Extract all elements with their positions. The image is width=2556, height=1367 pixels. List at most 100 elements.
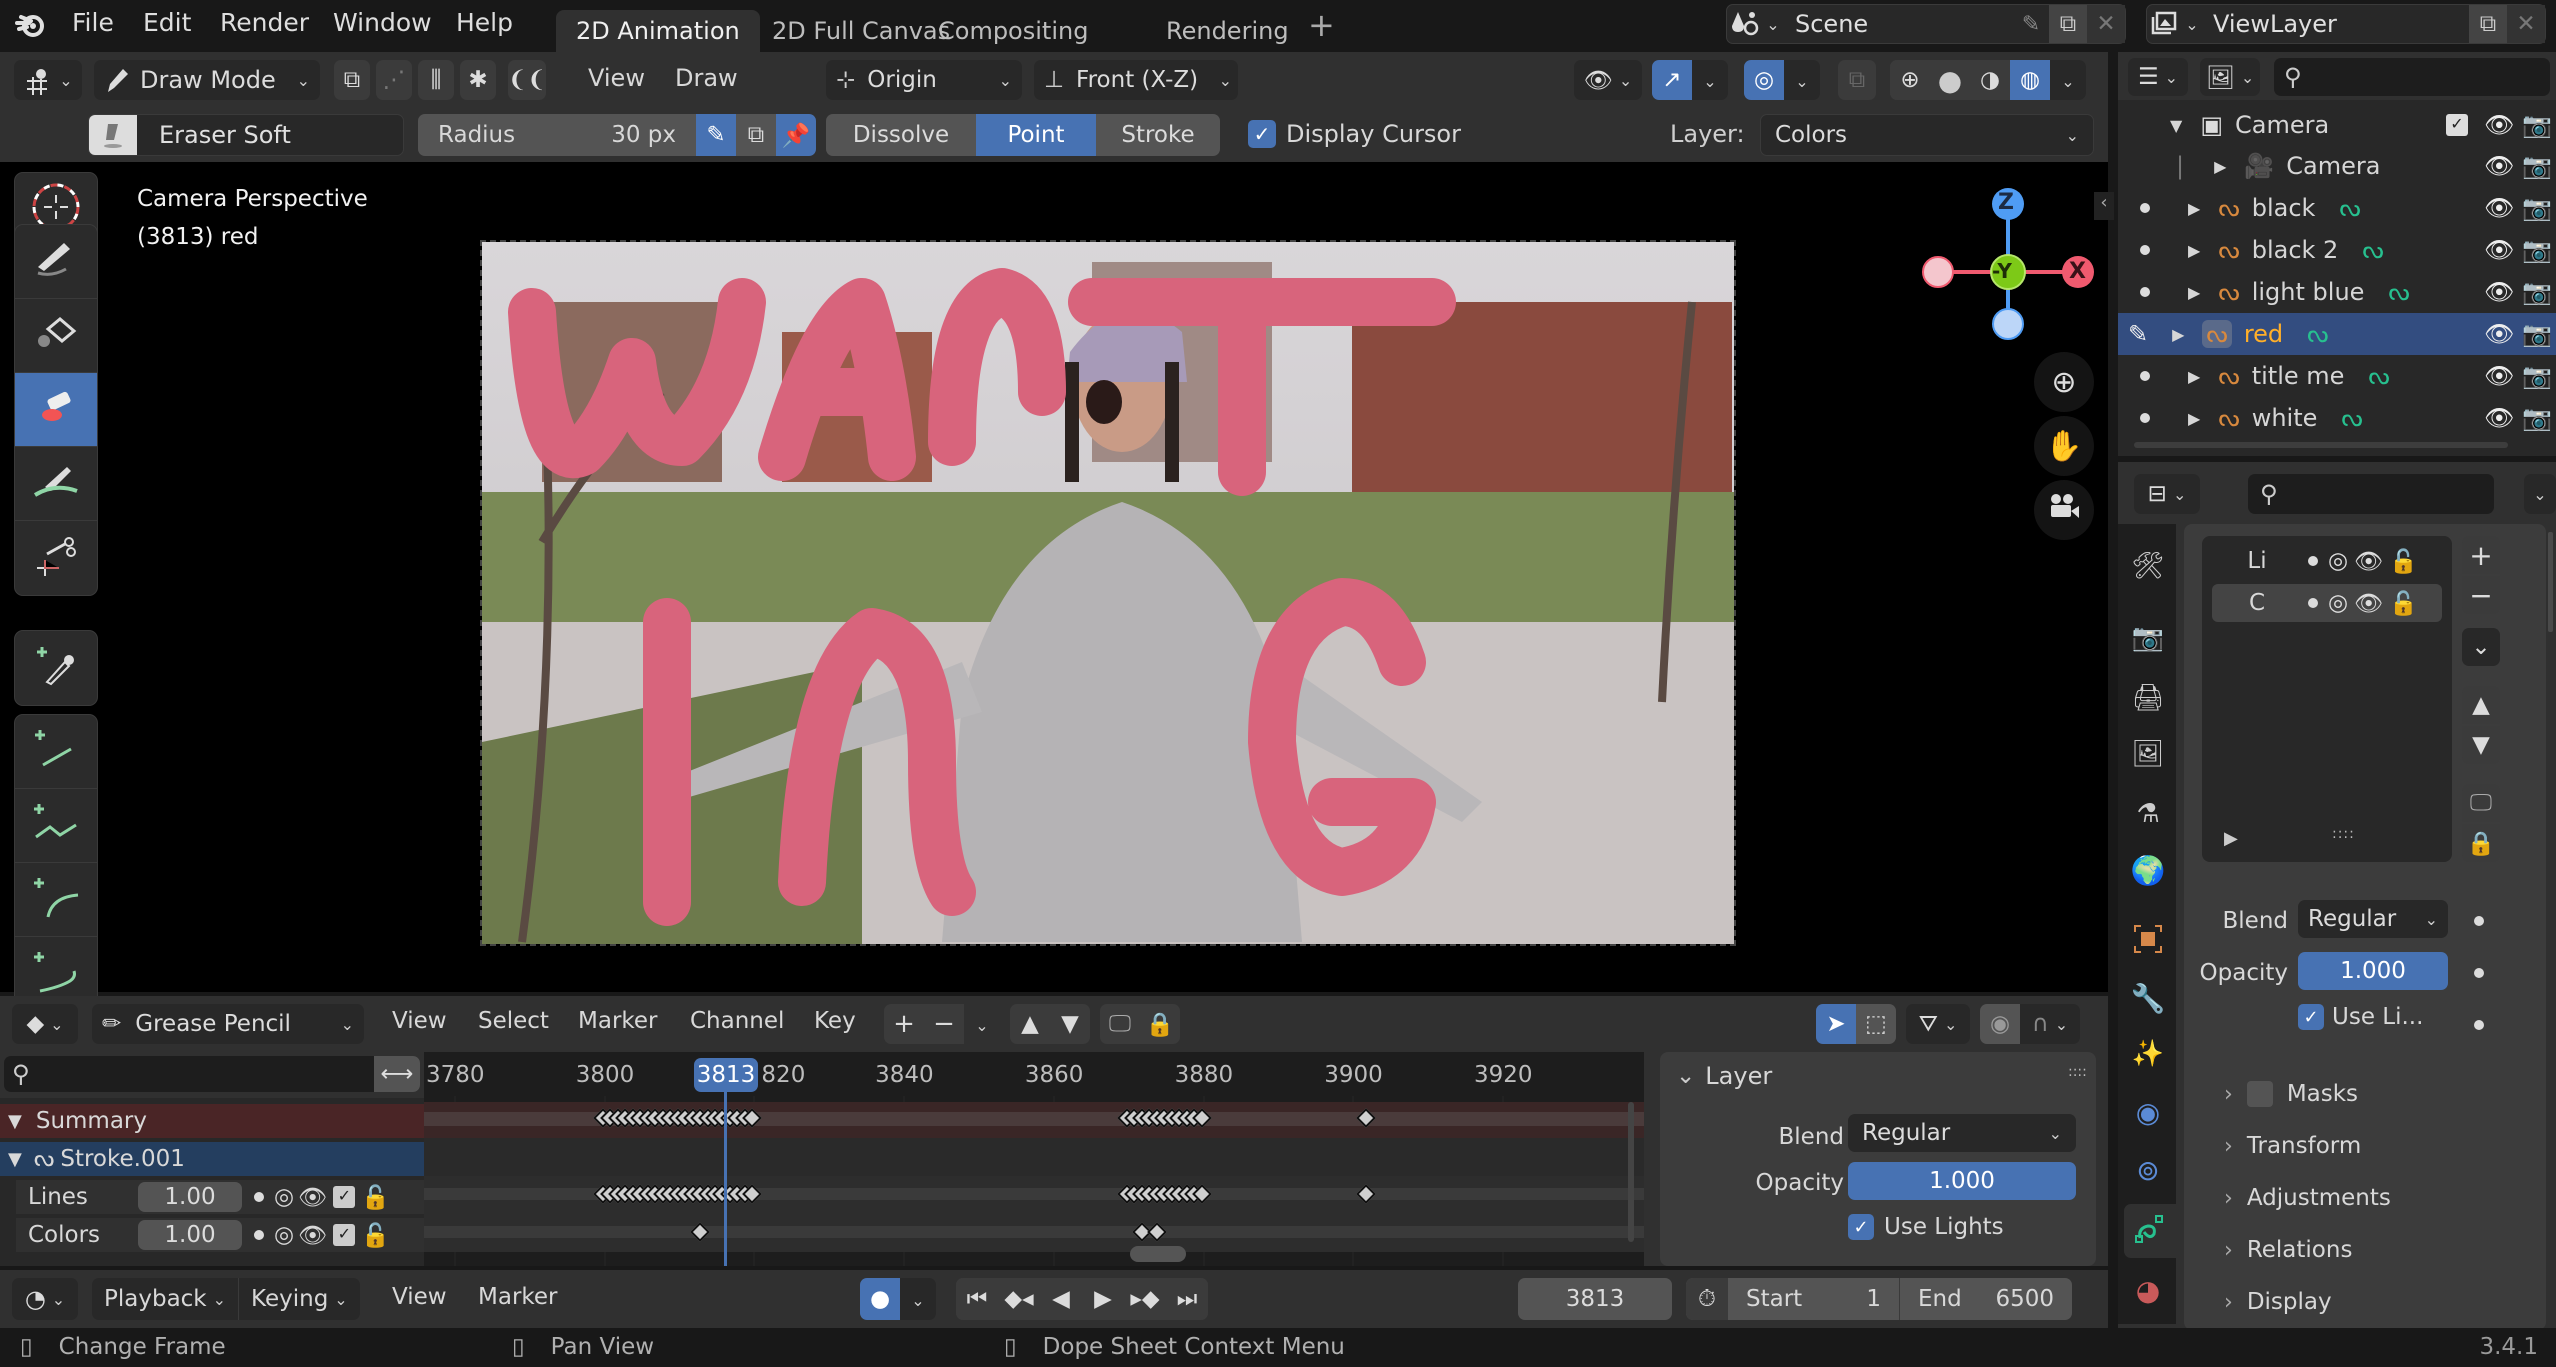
falloff-dropdown[interactable]: ∩ ⌄ (2020, 1004, 2080, 1044)
menu-edit[interactable]: Edit (143, 8, 191, 37)
tab-scene[interactable]: ⚗ (2126, 792, 2170, 836)
play-reverse-button[interactable]: ◀ (1040, 1278, 1082, 1320)
select-tool-button[interactable]: ➤ (1816, 1004, 1856, 1044)
tab-object[interactable] (2126, 920, 2170, 964)
layer-list-item-selected[interactable]: C ◎ 👁 🔓 (2212, 584, 2442, 622)
keying-menu[interactable]: Keying ⌄ (238, 1278, 360, 1320)
channel-layer-colors[interactable]: Colors 1.00 ◎ 👁 ✓ 🔓 (16, 1218, 424, 1252)
section-adjustments[interactable]: › Adjustments (2224, 1172, 2391, 1224)
eye-icon[interactable]: 👁 (2484, 111, 2514, 139)
properties-options-dropdown[interactable]: ⌄ (2524, 474, 2556, 514)
object-dot-icon[interactable] (2140, 245, 2150, 255)
expand-triangle-icon[interactable]: ▶ (2188, 409, 2200, 428)
exclude-checkbox[interactable]: ✓ (2446, 114, 2468, 136)
layer-panel-header[interactable]: ⌄ Layer (1676, 1062, 1772, 1090)
jump-to-start-button[interactable]: ⏮ (956, 1278, 998, 1320)
tool-tint[interactable] (15, 447, 97, 521)
object-dot-icon[interactable] (2140, 371, 2150, 381)
dope-menu-view[interactable]: View (392, 1008, 447, 1034)
mode-dropdown[interactable]: Draw Mode ⌄ (94, 60, 320, 100)
layer-specials-button[interactable]: ⌄ (2462, 628, 2500, 666)
pan-view-button[interactable]: ✋ (2034, 416, 2094, 476)
outliner-item-name[interactable]: light blue (2252, 278, 2365, 306)
jump-prev-keyframe-button[interactable]: ◆◂ (998, 1278, 1040, 1320)
dope-use-lights-checkbox[interactable]: ✓ Use Lights (1848, 1214, 2004, 1240)
collapse-triangle-icon[interactable]: ▼ (2170, 116, 2182, 135)
outliner-item-name[interactable]: Camera (2286, 152, 2380, 180)
layer-specials-dropdown[interactable]: ⌄ (964, 1011, 1000, 1037)
outliner-search-input[interactable] (2301, 64, 2556, 90)
timeline-menu-view[interactable]: View (392, 1284, 447, 1310)
outliner-item-name[interactable]: black 2 (2252, 236, 2339, 264)
shading-rendered-button[interactable]: ◍ (2010, 60, 2050, 100)
tab-output[interactable]: 🖨 (2126, 676, 2170, 720)
use-lights-checkbox[interactable]: ✓ (333, 1224, 356, 1246)
move-down-button[interactable]: ▼ (1050, 1004, 1090, 1044)
outliner-item-name[interactable]: black (2252, 194, 2316, 222)
mode-point[interactable]: Point (976, 114, 1096, 156)
isolate-button[interactable]: 🖵 (1100, 1004, 1140, 1044)
properties-editor-type[interactable]: ⊟ ⌄ (2134, 474, 2200, 514)
radius-field[interactable]: Radius 30 px (418, 114, 696, 156)
start-frame-field[interactable]: Start 1 (1728, 1278, 1900, 1320)
current-frame-field[interactable]: 3813 (1518, 1278, 1672, 1320)
view-layer-name[interactable]: ViewLayer (2203, 10, 2469, 38)
outliner-editor-type[interactable]: ☰ ⌄ (2128, 58, 2188, 96)
delete-scene-icon[interactable]: ✕ (2087, 5, 2125, 43)
xray-toggle[interactable]: ⧉ (1838, 60, 1876, 100)
jump-next-keyframe-button[interactable]: ▸◆ (1124, 1278, 1166, 1320)
outliner-item[interactable]: ▶ ᔓ black ᔓ 👁 📷 (2118, 187, 2556, 229)
playhead-line[interactable] (724, 1092, 727, 1266)
tab-world[interactable]: 🌍 (2126, 848, 2170, 892)
tab-constraints[interactable]: ⊚ (2126, 1148, 2170, 1192)
filter-dropdown[interactable]: ⛛ ⌄ (1906, 1004, 1970, 1044)
masks-checkbox[interactable] (2246, 1081, 2273, 1107)
layer-list-item[interactable]: Li ◎ 👁 🔓 (2212, 542, 2442, 580)
gizmo-toggle[interactable]: ↗ (1652, 60, 1692, 100)
layer-opacity-field[interactable]: 1.00 (138, 1220, 242, 1250)
blend-dropdown[interactable]: Regular ⌄ (2298, 900, 2448, 938)
tool-polyline[interactable] (15, 789, 97, 863)
eye-icon[interactable]: 👁 (2484, 362, 2514, 390)
dope-opacity-field[interactable]: 1.000 (1848, 1162, 2076, 1200)
camera-render-icon[interactable]: 📷 (2522, 111, 2552, 139)
eye-icon[interactable]: 👁 (2484, 236, 2514, 264)
camera-render-icon[interactable]: 📷 (2522, 404, 2552, 432)
auto-keying-toggle[interactable]: ● (860, 1278, 900, 1320)
panel-drag-handle[interactable]: :::: (2068, 1064, 2087, 1080)
expand-triangle-icon[interactable]: ▶ (2188, 199, 2200, 218)
outliner-item[interactable]: ✎ ▶ ᔓ red ᔓ 👁 📷 (2118, 313, 2556, 355)
pin-toggle[interactable]: 📌 (776, 114, 816, 156)
add-layer-button[interactable]: + (884, 1004, 924, 1044)
playback-menu[interactable]: Playback ⌄ (92, 1278, 238, 1320)
grease-pencil-data-icon[interactable]: ᔓ (2388, 278, 2409, 306)
camera-render-icon[interactable]: 📷 (2522, 152, 2552, 180)
horizontal-scroll-handle[interactable] (1130, 1246, 1186, 1262)
end-frame-field[interactable]: End 6500 (1900, 1278, 2072, 1320)
outliner-item[interactable]: ▶ ᔓ black 2 ᔓ 👁 📷 (2118, 229, 2556, 271)
onion-skin-icon[interactable]: ◎ (2328, 590, 2348, 616)
grease-pencil-data-icon[interactable]: ᔓ (2362, 236, 2383, 264)
view-layer-selector[interactable]: ⌄ ViewLayer ⧉ ✕ (2146, 4, 2546, 44)
list-resize-handle[interactable]: :::: (2332, 826, 2355, 842)
jump-to-end-button[interactable]: ⏭ (1166, 1278, 1208, 1320)
properties-scrollbar[interactable] (2548, 532, 2553, 632)
outliner-item[interactable]: ▼ ▣ Camera ✓ 👁 📷 (2118, 104, 2556, 146)
overlays-toggle[interactable]: ◎ (1744, 60, 1784, 100)
tool-fill[interactable] (15, 299, 97, 373)
channel-summary[interactable]: ▼ Summary (0, 1104, 424, 1138)
sidebar-toggle-arrow[interactable]: ‹ (2094, 192, 2114, 220)
channel-object[interactable]: ▼ ᔓ Stroke.001 (0, 1142, 424, 1176)
object-dot-icon[interactable] (2140, 413, 2150, 423)
brush-selector[interactable]: Eraser Soft (88, 114, 404, 156)
outliner-item-name[interactable]: title me (2252, 362, 2345, 390)
use-preview-range-toggle[interactable]: ⏱ (1686, 1278, 1728, 1320)
eye-icon[interactable]: 👁 (2484, 404, 2514, 432)
isolate-layer-button[interactable]: 🖵 (2462, 784, 2500, 822)
onion-skin-icon[interactable]: ◎ (2328, 548, 2348, 574)
proportional-edit-button[interactable]: ◉ (1980, 1004, 2020, 1044)
menu-window[interactable]: Window (333, 8, 432, 37)
list-expand-icon[interactable]: ▶ (2224, 828, 2238, 849)
curve-editing-toggle[interactable]: ⋰ (376, 60, 412, 100)
outliner-item[interactable]: ▶ ᔓ light blue ᔓ 👁 📷 (2118, 271, 2556, 313)
